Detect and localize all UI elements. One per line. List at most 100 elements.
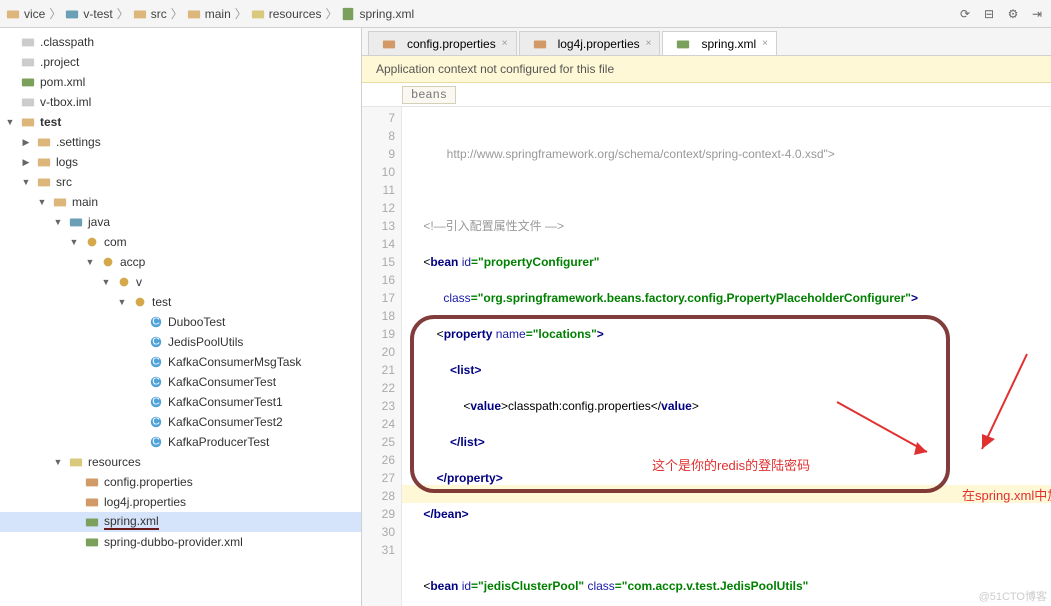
tree-item[interactable]: CKafkaConsumerTest2 xyxy=(0,412,361,432)
tree-item[interactable]: ▼test xyxy=(0,112,361,132)
xml-crumb[interactable]: beans xyxy=(402,86,456,104)
bc-item[interactable]: resources xyxy=(269,7,322,21)
tree-item[interactable]: ▼ test xyxy=(0,292,361,312)
bc-item[interactable]: main xyxy=(205,7,231,21)
tab-label: log4j.properties xyxy=(558,37,640,51)
tree-item[interactable]: .project xyxy=(0,52,361,72)
prop-icon xyxy=(84,474,100,490)
tree-label: test xyxy=(152,295,171,309)
expand-icon[interactable] xyxy=(132,336,144,348)
tree-label: .classpath xyxy=(40,35,94,49)
folder-icon xyxy=(187,7,201,21)
project-tree[interactable]: .classpath .project pom.xmlv-tbox.iml ▼ test… xyxy=(0,28,362,606)
expand-icon[interactable] xyxy=(68,496,80,508)
close-icon[interactable]: × xyxy=(762,38,768,49)
expand-icon[interactable] xyxy=(132,316,144,328)
bc-item[interactable]: spring.xml xyxy=(359,7,414,21)
tree-item[interactable]: .classpath xyxy=(0,32,361,52)
editor-tab[interactable]: config.properties× xyxy=(368,31,517,55)
collapse-icon[interactable]: ⊟ xyxy=(981,6,997,22)
folder-icon xyxy=(36,154,52,170)
tree-item[interactable]: ▶ logs xyxy=(0,152,361,172)
tree-item[interactable]: ▶.settings xyxy=(0,132,361,152)
expand-icon[interactable]: ▼ xyxy=(52,456,64,468)
tree-item[interactable]: CJedisPoolUtils xyxy=(0,332,361,352)
tree-item[interactable]: ▼src xyxy=(0,172,361,192)
expand-icon[interactable] xyxy=(132,436,144,448)
tree-label: main xyxy=(72,195,98,209)
expand-icon[interactable]: ▼ xyxy=(100,276,112,288)
cls-icon: C xyxy=(148,414,164,430)
tree-item[interactable]: ▼ java xyxy=(0,212,361,232)
file-icon xyxy=(20,94,36,110)
gear-icon[interactable]: ⚙ xyxy=(1005,6,1021,22)
expand-icon[interactable]: ▶ xyxy=(20,156,32,168)
prop-icon xyxy=(84,494,100,510)
expand-icon[interactable]: ▼ xyxy=(84,256,96,268)
expand-icon[interactable] xyxy=(132,396,144,408)
tree-item[interactable]: config.properties xyxy=(0,472,361,492)
tree-item[interactable]: CKafkaConsumerTest1 xyxy=(0,392,361,412)
svg-text:C: C xyxy=(152,416,160,428)
tree-label: JedisPoolUtils xyxy=(168,335,243,349)
xml-icon xyxy=(20,74,36,90)
expand-icon[interactable]: ▼ xyxy=(52,216,64,228)
expand-icon[interactable] xyxy=(68,516,80,528)
svg-text:C: C xyxy=(152,396,160,408)
tree-label: DubooTest xyxy=(168,315,225,329)
hide-icon[interactable]: ⇥ xyxy=(1029,6,1045,22)
bc-item[interactable]: vice xyxy=(24,7,45,21)
tree-item[interactable]: ▼ main xyxy=(0,192,361,212)
expand-icon[interactable] xyxy=(132,376,144,388)
editor-tabs[interactable]: config.properties×log4j.properties×sprin… xyxy=(362,28,1051,56)
expand-icon[interactable]: ▶ xyxy=(20,136,32,148)
tree-item[interactable]: pom.xml xyxy=(0,72,361,92)
tree-label: logs xyxy=(56,155,78,169)
tree-item[interactable]: CKafkaConsumerMsgTask xyxy=(0,352,361,372)
tree-item[interactable]: v-tbox.iml xyxy=(0,92,361,112)
folder-icon xyxy=(133,7,147,21)
folder-icon xyxy=(52,194,68,210)
expand-icon[interactable] xyxy=(68,476,80,488)
xml-breadcrumb[interactable]: beans xyxy=(362,83,1051,107)
tree-item[interactable]: CDubooTest xyxy=(0,312,361,332)
expand-icon[interactable]: ▼ xyxy=(36,196,48,208)
cls-icon: C xyxy=(148,374,164,390)
line-gutter: 7891011121314151617181920212223242526272… xyxy=(362,107,402,606)
tree-item[interactable]: spring.xml xyxy=(0,512,361,532)
tree-label: java xyxy=(88,215,110,229)
tree-item[interactable]: ▼v xyxy=(0,272,361,292)
tree-item[interactable]: log4j.properties xyxy=(0,492,361,512)
code-area[interactable]: 7891011121314151617181920212223242526272… xyxy=(362,107,1051,606)
bc-item[interactable]: v-test xyxy=(83,7,112,21)
bc-item[interactable]: src xyxy=(151,7,167,21)
tree-item[interactable]: ▼resources xyxy=(0,452,361,472)
expand-icon[interactable] xyxy=(132,416,144,428)
code-body[interactable]: http://www.springframework.org/schema/co… xyxy=(402,107,1051,606)
expand-icon[interactable]: ▼ xyxy=(68,236,80,248)
tree-item[interactable]: CKafkaProducerTest xyxy=(0,432,361,452)
expand-icon[interactable]: ▼ xyxy=(116,296,128,308)
expand-icon[interactable] xyxy=(4,76,16,88)
tree-label: spring-dubbo-provider.xml xyxy=(104,535,243,549)
expand-icon[interactable]: ▼ xyxy=(20,176,32,188)
editor-tab[interactable]: spring.xml× xyxy=(662,31,777,55)
expand-icon[interactable] xyxy=(4,36,16,48)
breadcrumb[interactable]: vice〉 v-test〉 src〉 main〉 resources〉 spri… xyxy=(6,5,414,22)
editor-tab[interactable]: log4j.properties × xyxy=(519,31,661,55)
expand-icon[interactable]: ▼ xyxy=(4,116,16,128)
sync-icon[interactable]: ⟳ xyxy=(957,6,973,22)
tree-label: .project xyxy=(40,55,79,69)
tree-item[interactable]: CKafkaConsumerTest xyxy=(0,372,361,392)
expand-icon[interactable] xyxy=(4,96,16,108)
tree-item[interactable]: ▼com xyxy=(0,232,361,252)
code-comment: <!—引入配置属性文件 —> xyxy=(410,217,1051,235)
expand-icon[interactable] xyxy=(4,56,16,68)
expand-icon[interactable] xyxy=(68,536,80,548)
expand-icon[interactable] xyxy=(132,356,144,368)
folder-icon xyxy=(36,134,52,150)
tree-item[interactable]: ▼accp xyxy=(0,252,361,272)
close-icon[interactable]: × xyxy=(502,38,508,49)
tree-item[interactable]: spring-dubbo-provider.xml xyxy=(0,532,361,552)
close-icon[interactable]: × xyxy=(646,38,652,49)
